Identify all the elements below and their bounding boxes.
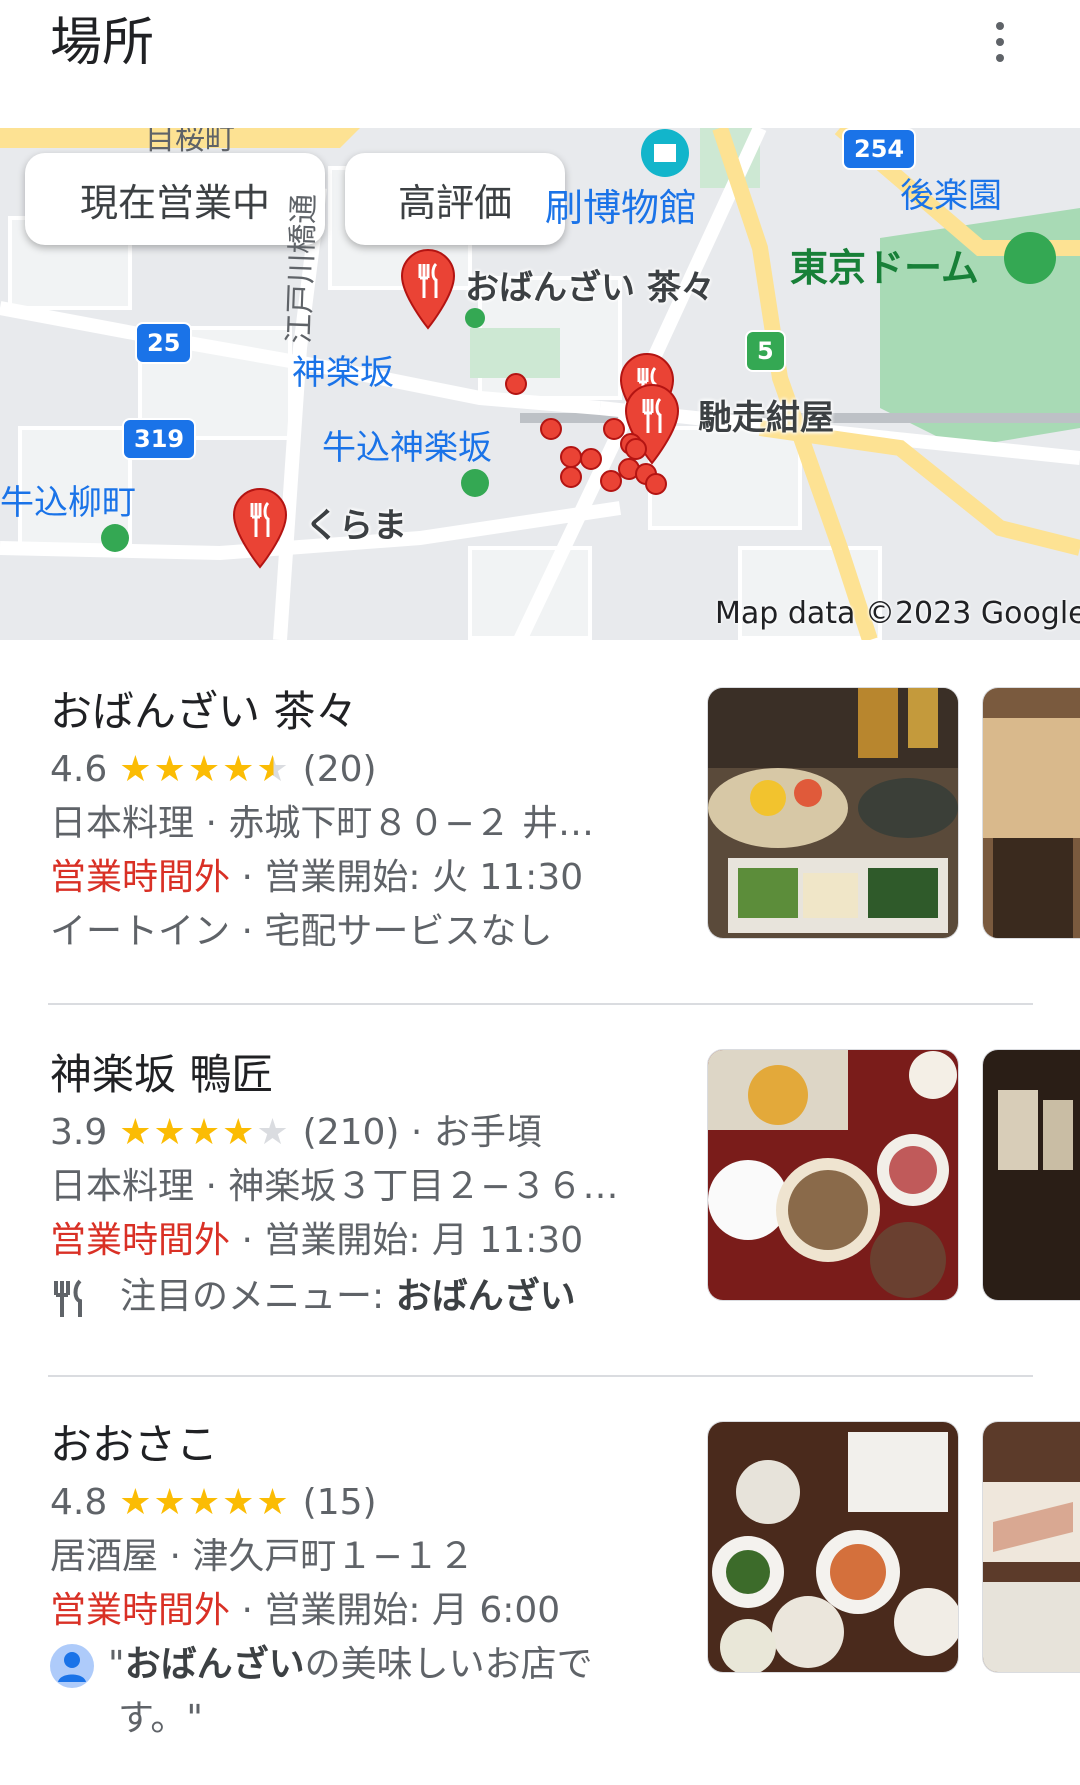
star-icon: ★ — [256, 1482, 291, 1523]
map-label-top-partial: 目桜町 — [145, 128, 235, 157]
map-label-korakuen: 後楽園 — [900, 176, 1002, 216]
restaurant-pin-icon[interactable] — [398, 246, 458, 330]
map-result-dot[interactable] — [625, 438, 647, 460]
star-icon: ★ — [119, 1482, 154, 1523]
route-shield-254: 254 — [842, 128, 917, 170]
header: 場所 — [0, 0, 1080, 128]
place-name: おばんざい 茶々 — [50, 687, 358, 736]
map-label-tokyo-dome: 東京ドーム — [790, 246, 979, 290]
rating-value: 3.9 — [50, 1112, 108, 1153]
rating-value: 4.8 — [50, 1482, 108, 1523]
service-options: イートイン · 宅配サービスなし — [50, 911, 553, 952]
place-photo[interactable] — [707, 1049, 959, 1301]
star-icon: ★ — [222, 1482, 257, 1523]
star-icon: ★ — [256, 749, 291, 790]
review-quote-open: " — [108, 1644, 125, 1685]
star-icon: ★ — [222, 749, 257, 790]
rating-line: 4.6 ★★★★★ (20) — [50, 746, 377, 794]
place-name: 神楽坂 鴨匠 — [50, 1050, 274, 1099]
map-label-museum: 刷博物館 — [545, 186, 698, 230]
review-text: の美味しいお店で — [304, 1644, 593, 1685]
filter-chip-top-rated[interactable]: 高評価 — [345, 153, 565, 245]
review-snippet-line2: す。" — [118, 1698, 203, 1739]
star-icon: ★ — [222, 1112, 257, 1153]
address-line: 日本料理 · 神楽坂３丁目２−３６… — [50, 1166, 619, 1207]
status-closed: 営業時間外 — [50, 1590, 231, 1631]
opening-time: · 営業開始: 火 11:30 — [230, 857, 584, 898]
address-line: 居酒屋 · 津久戸町１−１２ — [50, 1536, 475, 1577]
star-icon: ★ — [153, 1482, 188, 1523]
hours-line: 営業時間外 · 営業開始: 火 11:30 — [50, 854, 583, 902]
place-photo[interactable] — [982, 687, 1080, 939]
map-label-ushigome-yanagicho: 牛込柳町 — [0, 483, 136, 523]
restaurant-pin-icon[interactable] — [230, 485, 290, 569]
place-photo[interactable] — [982, 1421, 1080, 1673]
restaurant-icon — [54, 1279, 82, 1317]
map-credit: Map data ©2023 Google — [715, 596, 1080, 631]
star-icon: ★ — [119, 749, 154, 790]
star-icon: ★ — [119, 1112, 154, 1153]
address-line: 日本料理 · 赤城下町８０−２ 井… — [50, 803, 594, 844]
map-result-dot[interactable] — [560, 466, 582, 488]
featured-menu-line: 注目のメニュー: おばんざい — [50, 1273, 576, 1321]
map-label-ushigome-kagurazaka: 牛込神楽坂 — [322, 428, 492, 468]
status-closed: 営業時間外 — [50, 857, 231, 898]
star-rating: ★★★★★ — [119, 1479, 290, 1527]
featured-menu-item: おばんざい — [395, 1276, 576, 1317]
filter-chip-open-now[interactable]: 現在営業中 — [25, 153, 325, 245]
map-result-dot[interactable] — [505, 373, 527, 395]
price-level: · お手頃 — [399, 1112, 542, 1153]
route-shield-5: 5 — [745, 330, 786, 372]
review-count: (15) — [302, 1482, 377, 1523]
map-result-dot[interactable] — [540, 418, 562, 440]
more-vert-icon[interactable] — [985, 12, 1015, 72]
map-label-pin-kurama: くらま — [305, 506, 407, 546]
avatar — [50, 1644, 94, 1688]
star-icon: ★ — [256, 1112, 291, 1153]
map[interactable]: 現在営業中 高評価 目桜町 刷博物館 後楽園 東京ドーム 江戸川橋通 神楽坂 牛… — [0, 128, 1080, 640]
map-label-edogawabashi: 江戸川橋通 — [281, 193, 323, 345]
map-label-pin-chisou: 馳走紺屋 — [698, 398, 834, 438]
opening-time: · 営業開始: 月 6:00 — [230, 1590, 561, 1631]
list-item[interactable]: 神楽坂 鴨匠 3.9 ★★★★★ (210) · お手頃 日本料理 · 神楽坂３丁目… — [0, 1005, 1080, 1377]
star-icon: ★ — [187, 749, 223, 790]
list-item[interactable]: おおさこ 4.8 ★★★★★ (15) 居酒屋 · 津久戸町１−１２ 営業時間外 ·… — [0, 1377, 1080, 1785]
star-icon: ★ — [187, 1112, 223, 1153]
page-title: 場所 — [50, 13, 155, 73]
review-count: (20) — [302, 749, 377, 790]
map-result-dot[interactable] — [560, 446, 582, 468]
star-icon: ★ — [187, 1482, 223, 1523]
star-rating: ★★★★★ — [119, 746, 290, 794]
place-photo[interactable] — [982, 1049, 1080, 1301]
map-label-kagurazaka: 神楽坂 — [292, 353, 394, 393]
map-result-dot[interactable] — [580, 448, 602, 470]
rating-line: 3.9 ★★★★★ (210) · お手頃 — [50, 1109, 542, 1157]
review-count: (210) — [302, 1112, 400, 1153]
star-icon: ★ — [153, 1112, 188, 1153]
place-photo[interactable] — [707, 687, 959, 939]
star-icon: ★ — [153, 749, 188, 790]
list-item[interactable]: おばんざい 茶々 4.6 ★★★★★ (20) 日本料理 · 赤城下町８０−２ 井…… — [0, 640, 1080, 1005]
place-name: おおさこ — [50, 1420, 219, 1469]
review-snippet: "おばんざいの美味しいお店で — [50, 1641, 593, 1689]
rating-value: 4.6 — [50, 749, 108, 790]
status-closed: 営業時間外 — [50, 1220, 231, 1261]
featured-menu-label: 注目のメニュー: — [120, 1276, 396, 1317]
hours-line: 営業時間外 · 営業開始: 月 11:30 — [50, 1217, 583, 1265]
review-keyword: おばんざい — [124, 1644, 305, 1685]
star-rating: ★★★★★ — [119, 1109, 290, 1157]
rating-line: 4.8 ★★★★★ (15) — [50, 1479, 377, 1527]
route-shield-319: 319 — [122, 418, 197, 460]
place-photo[interactable] — [707, 1421, 959, 1673]
route-shield-25: 25 — [135, 322, 193, 364]
opening-time: · 営業開始: 月 11:30 — [230, 1220, 584, 1261]
map-result-dot[interactable] — [645, 473, 667, 495]
hours-line: 営業時間外 · 営業開始: 月 6:00 — [50, 1587, 560, 1635]
map-label-pin-obanzai: おばんざい 茶々 — [465, 268, 715, 308]
